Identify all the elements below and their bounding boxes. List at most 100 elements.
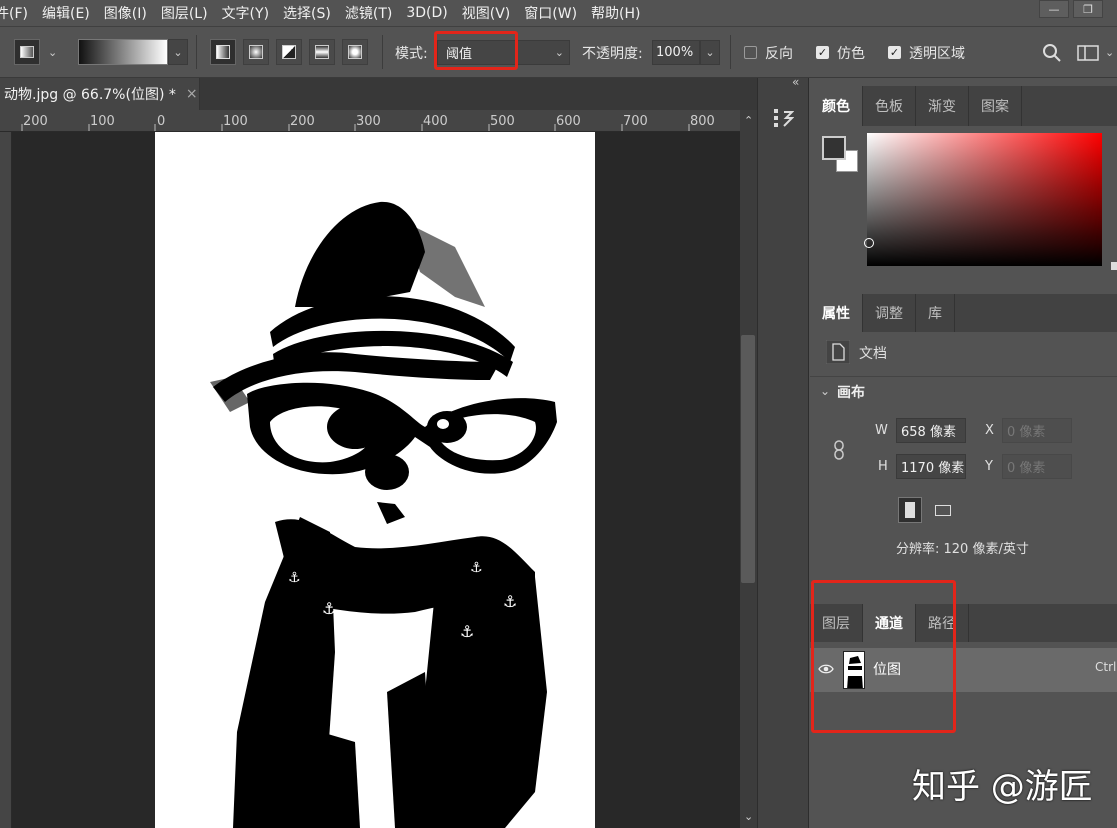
canvas-section-title: 画布 xyxy=(837,385,865,401)
scroll-up-icon[interactable]: ⌃ xyxy=(744,114,753,127)
height-input[interactable]: 1170 像素 xyxy=(896,454,966,479)
menu-window[interactable]: 窗口(W) xyxy=(517,3,584,23)
width-input[interactable]: 658 像素 xyxy=(896,418,966,443)
foreground-color-swatch[interactable] xyxy=(822,136,846,160)
linear-gradient-icon[interactable] xyxy=(210,39,236,65)
menu-layer[interactable]: 图层(L) xyxy=(154,3,215,23)
svg-text:⚓: ⚓ xyxy=(288,570,301,586)
close-tab-icon[interactable]: × xyxy=(186,86,198,102)
horizontal-ruler: 200 100 0 100 200 300 400 500 600 700 80… xyxy=(0,110,740,132)
portrait-orientation-icon[interactable] xyxy=(898,497,922,523)
y-input[interactable]: 0 像素 xyxy=(1002,454,1072,479)
channel-row[interactable]: 位图 Ctrl+ xyxy=(810,648,1117,692)
divider xyxy=(730,35,731,69)
tab-layers[interactable]: 图层 xyxy=(810,604,863,642)
ruler-label: 100 xyxy=(90,114,115,129)
collapse-panels-icon[interactable]: « xyxy=(792,75,799,89)
mode-select[interactable]: 阈值 ⌄ xyxy=(437,40,570,65)
document-tab[interactable]: 动物.jpg @ 66.7%(位图) * × xyxy=(0,78,200,110)
properties-panel-tabs: 属性 调整 库 xyxy=(810,294,1117,332)
search-icon[interactable] xyxy=(1042,43,1062,63)
diamond-gradient-icon[interactable] xyxy=(342,39,368,65)
svg-text:⚓: ⚓ xyxy=(470,560,483,576)
panel-dock-strip: « xyxy=(757,75,809,828)
link-icon[interactable] xyxy=(832,440,846,460)
opacity-input[interactable]: 100% xyxy=(652,40,700,65)
gradient-tool-preset-icon[interactable] xyxy=(14,39,40,65)
tab-channels[interactable]: 通道 xyxy=(863,604,916,642)
channel-thumbnail xyxy=(843,651,865,689)
tab-swatches[interactable]: 色板 xyxy=(863,86,916,126)
divider xyxy=(382,35,383,69)
tab-adjustments[interactable]: 调整 xyxy=(863,294,916,332)
scroll-down-icon[interactable]: ⌄ xyxy=(744,810,753,823)
tab-strip xyxy=(200,78,757,110)
eye-icon[interactable] xyxy=(818,663,834,675)
hue-slider-handle[interactable] xyxy=(1111,262,1117,270)
workspace-icon[interactable] xyxy=(1077,45,1099,61)
ruler-label: 800 xyxy=(690,114,715,129)
tab-libraries[interactable]: 库 xyxy=(916,294,955,332)
menu-help[interactable]: 帮助(H) xyxy=(584,3,647,23)
reflected-gradient-icon[interactable] xyxy=(309,39,335,65)
color-picker-cursor[interactable] xyxy=(864,238,874,248)
x-input[interactable]: 0 像素 xyxy=(1002,418,1072,443)
channel-shortcut: Ctrl+ xyxy=(1095,660,1117,674)
opacity-label: 不透明度: xyxy=(582,46,643,62)
resolution-text: 分辨率: 120 像素/英寸 xyxy=(896,542,1029,557)
scrollbar-thumb[interactable] xyxy=(741,335,755,583)
height-label: H xyxy=(878,459,888,474)
angle-gradient-icon[interactable] xyxy=(276,39,302,65)
menu-edit[interactable]: 编辑(E) xyxy=(35,3,97,23)
ruler-label: 100 xyxy=(223,114,248,129)
vertical-ruler xyxy=(0,132,12,828)
channels-panel-tabs: 图层 通道 路径 xyxy=(810,604,1117,642)
restore-button[interactable]: ❐ xyxy=(1073,0,1103,18)
ruler-label: 700 xyxy=(623,114,648,129)
width-label: W xyxy=(875,423,888,438)
menu-select[interactable]: 选择(S) xyxy=(276,3,338,23)
gradient-picker-chevron-icon[interactable]: ⌄ xyxy=(168,39,188,65)
menu-type[interactable]: 文字(Y) xyxy=(215,3,276,23)
menu-filter[interactable]: 滤镜(T) xyxy=(338,3,399,23)
dither-label: 仿色 xyxy=(837,46,865,62)
radial-gradient-icon[interactable] xyxy=(243,39,269,65)
ruler-label: 200 xyxy=(290,114,315,129)
transparency-checkbox[interactable]: ✓ xyxy=(888,46,901,59)
tab-properties[interactable]: 属性 xyxy=(810,294,863,332)
workspace-chevron-icon[interactable]: ⌄ xyxy=(1105,46,1114,59)
minimize-button[interactable]: — xyxy=(1039,0,1069,18)
color-panel-tabs: 颜色 色板 渐变 图案 xyxy=(810,86,1117,126)
menu-3d[interactable]: 3D(D) xyxy=(399,5,454,21)
ruler-label: 300 xyxy=(356,114,381,129)
preset-chevron-down-icon[interactable]: ⌄ xyxy=(48,46,57,59)
menu-bar: 件(F) 编辑(E) 图像(I) 图层(L) 文字(Y) 选择(S) 滤镜(T)… xyxy=(0,0,1117,26)
history-icon[interactable] xyxy=(772,106,794,128)
transparency-label: 透明区域 xyxy=(909,46,965,62)
x-label: X xyxy=(985,423,994,438)
divider xyxy=(810,376,1117,377)
dither-checkbox[interactable]: ✓ xyxy=(816,46,829,59)
ruler-label: 400 xyxy=(423,114,448,129)
tab-gradients[interactable]: 渐变 xyxy=(916,86,969,126)
right-panels: 颜色 色板 渐变 图案 属性 调整 库 文档 ⌄ 画布 W 658 像素 X 0… xyxy=(810,78,1117,828)
menu-file[interactable]: 件(F) xyxy=(0,3,35,23)
menu-view[interactable]: 视图(V) xyxy=(455,3,518,23)
collapse-chevron-icon[interactable]: ⌄ xyxy=(820,384,830,398)
color-field[interactable] xyxy=(867,133,1102,266)
ruler-label: 500 xyxy=(490,114,515,129)
options-bar: ⌄ ⌄ 模式: 阈值 ⌄ 不透明度: 100% ⌄ 反向 ✓ 仿色 ✓ 透明区域… xyxy=(0,26,1117,78)
ruler-label: 0 xyxy=(157,114,166,129)
reverse-checkbox[interactable] xyxy=(744,46,757,59)
svg-text:⚓: ⚓ xyxy=(460,622,474,641)
tab-patterns[interactable]: 图案 xyxy=(969,86,1022,126)
document-icon xyxy=(826,340,850,364)
document-label: 文档 xyxy=(859,346,887,362)
gradient-picker[interactable] xyxy=(78,39,168,65)
menu-image[interactable]: 图像(I) xyxy=(97,3,154,23)
opacity-chevron-icon[interactable]: ⌄ xyxy=(700,40,720,65)
document-canvas[interactable]: ⚓ ⚓ ⚓ ⚓ ⚓ xyxy=(155,132,595,828)
landscape-orientation-icon[interactable] xyxy=(930,497,956,523)
tab-paths[interactable]: 路径 xyxy=(916,604,969,642)
tab-color[interactable]: 颜色 xyxy=(810,86,863,126)
